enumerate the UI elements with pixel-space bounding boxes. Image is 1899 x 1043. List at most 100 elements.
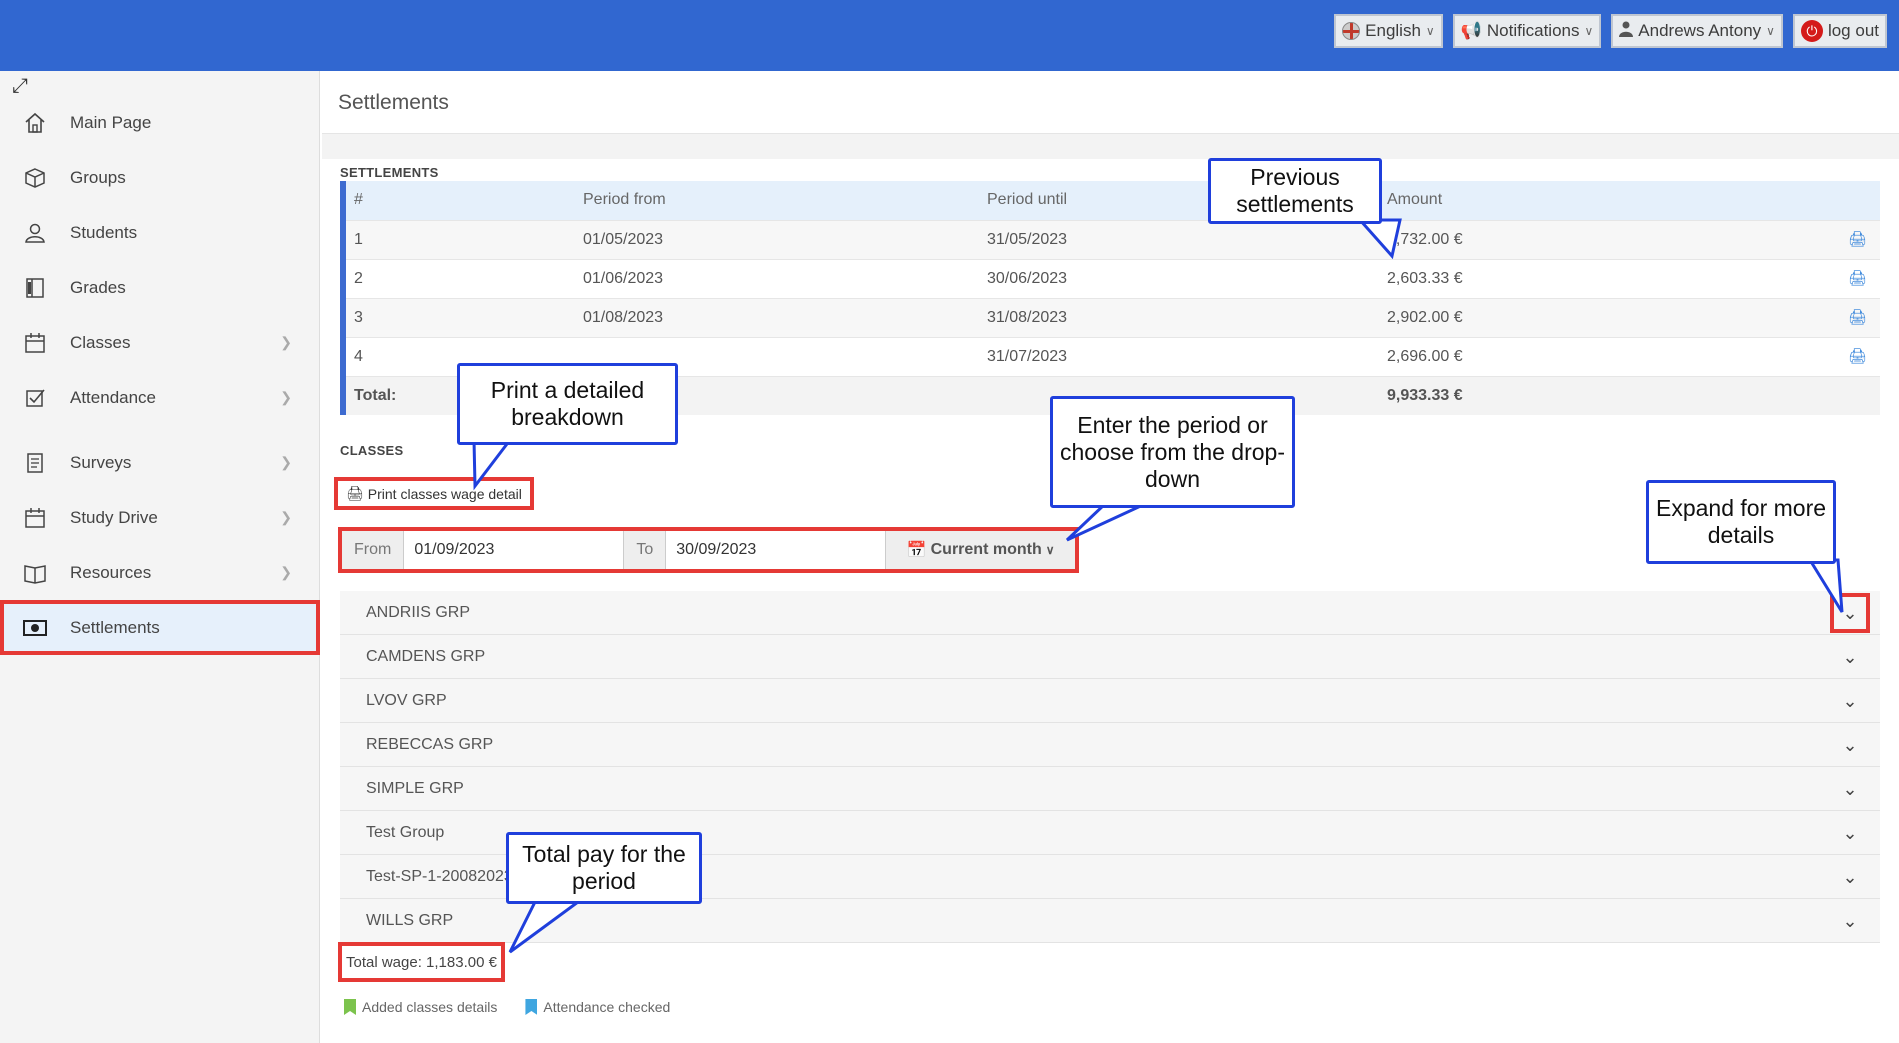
print-icon[interactable]: 🖨 xyxy=(1848,270,1867,287)
period-until: 31/07/2023 xyxy=(979,336,1379,376)
print-button-label: Print classes wage detail xyxy=(367,485,522,502)
callout-print-breakdown: Print a detailed breakdown xyxy=(457,363,678,445)
from-date-input[interactable]: 01/09/2023 xyxy=(404,531,625,569)
money-icon xyxy=(22,615,48,641)
amount: 2,902.00 € xyxy=(1379,297,1840,337)
chevron-down-icon[interactable]: ⌄ xyxy=(1830,593,1870,633)
page-title: Settlements xyxy=(338,91,449,114)
sidebar-item-grades[interactable]: Grades xyxy=(0,260,320,315)
chevron-down-icon: ∨ xyxy=(1045,543,1055,557)
uk-flag-icon xyxy=(1342,22,1361,40)
settlements-section-label: SETTLEMENTS xyxy=(340,165,439,180)
chevron-down-icon: ∨ xyxy=(1766,24,1775,38)
group-name: SIMPLE GRP xyxy=(366,779,464,797)
callout-total-pay: Total pay for the period xyxy=(506,832,702,904)
print-classes-wage-button[interactable]: 🖨 Print classes wage detail xyxy=(334,477,534,510)
home-icon xyxy=(22,110,48,136)
row-number: 2 xyxy=(343,258,575,298)
sidebar-menu: Main Page Groups Students Grades Classes… xyxy=(0,95,320,655)
chevron-right-icon: ❯ xyxy=(280,509,292,525)
chevron-down-icon[interactable]: ⌄ xyxy=(1838,865,1862,889)
table-header-row: # Period from Period until Amount xyxy=(343,181,1880,220)
row-number: 1 xyxy=(343,219,575,259)
period-until: 31/05/2023 xyxy=(979,219,1379,259)
chevron-down-icon[interactable]: ⌄ xyxy=(1838,645,1862,669)
calendar-icon: 📅 xyxy=(906,542,927,559)
sidebar-item-label: Surveys xyxy=(70,452,132,472)
chevron-down-icon[interactable]: ⌄ xyxy=(1838,689,1862,713)
sidebar-item-attendance[interactable]: Attendance ❯ xyxy=(0,370,320,425)
user-dropdown[interactable]: Andrews Antony ∨ xyxy=(1611,14,1783,48)
period-until: 31/08/2023 xyxy=(979,297,1379,337)
print-icon: 🖨 xyxy=(346,485,364,501)
chevron-down-icon: ∨ xyxy=(1425,24,1435,38)
amount: 2,603.33 € xyxy=(1379,258,1840,298)
table-row: 1 01/05/2023 31/05/2023 1,732.00 € 🖨 xyxy=(343,219,1880,259)
period-from: 01/08/2023 xyxy=(575,297,979,337)
column-header: Period from xyxy=(575,181,979,220)
print-icon[interactable]: 🖨 xyxy=(1848,348,1867,365)
chevron-down-icon[interactable]: ⌄ xyxy=(1838,777,1862,801)
group-row-simple[interactable]: SIMPLE GRP ⌄ xyxy=(340,767,1880,811)
top-bar-buttons: English ∨ 📢 Notifications ∨ Andrews Anto… xyxy=(1334,14,1887,48)
sidebar: ⤢ Main Page Groups Students Grades Class… xyxy=(0,71,320,1043)
sidebar-item-settlements[interactable]: Settlements xyxy=(0,600,320,655)
sidebar-item-label: Groups xyxy=(70,167,126,187)
group-name: Test-SP-1-20082023 xyxy=(366,867,513,885)
period-from: 01/06/2023 xyxy=(575,258,979,298)
sidebar-item-label: Main Page xyxy=(70,112,152,132)
group-row-camdens[interactable]: CAMDENS GRP ⌄ xyxy=(340,635,1880,679)
sidebar-item-label: Attendance xyxy=(70,387,157,407)
period-range-dropdown[interactable]: 📅 Current month ∨ xyxy=(886,531,1075,569)
sidebar-item-surveys[interactable]: Surveys ❯ xyxy=(0,435,320,490)
clipboard-icon xyxy=(22,450,48,476)
sidebar-item-label: Resources xyxy=(70,562,152,582)
language-dropdown[interactable]: English ∨ xyxy=(1334,14,1443,48)
sidebar-item-label: Study Drive xyxy=(70,507,158,527)
bookmark-icon xyxy=(525,999,538,1015)
group-name: Test Group xyxy=(366,823,445,841)
to-date-input[interactable]: 30/09/2023 xyxy=(666,531,887,569)
sidebar-item-label: Settlements xyxy=(70,617,160,637)
sidebar-item-study-drive[interactable]: Study Drive ❯ xyxy=(0,490,320,545)
period-until: 30/06/2023 xyxy=(979,258,1379,298)
sidebar-item-label: Students xyxy=(70,222,138,242)
book-icon xyxy=(22,560,48,586)
logout-button[interactable]: ⏻ log out xyxy=(1792,14,1887,48)
checkbox-icon xyxy=(22,385,48,411)
group-name: REBECCAS GRP xyxy=(366,735,494,753)
sidebar-item-resources[interactable]: Resources ❯ xyxy=(0,545,320,600)
user-icon xyxy=(1619,21,1634,42)
amount: 1,732.00 € xyxy=(1379,219,1840,259)
top-bar: English ∨ 📢 Notifications ∨ Andrews Anto… xyxy=(0,0,1899,71)
callout-enter-period: Enter the period or choose from the drop… xyxy=(1050,396,1295,508)
logout-label: log out xyxy=(1827,21,1879,40)
sidebar-item-groups[interactable]: Groups xyxy=(0,150,320,205)
classes-section-label: CLASSES xyxy=(340,443,404,458)
chevron-down-icon[interactable]: ⌄ xyxy=(1838,909,1862,933)
chevron-right-icon: ❯ xyxy=(280,564,292,580)
print-icon[interactable]: 🖨 xyxy=(1848,309,1867,326)
group-row-wills[interactable]: WILLS GRP ⌄ xyxy=(340,899,1880,943)
group-name: LVOV GRP xyxy=(366,691,447,709)
period-selector: From 01/09/2023 To 30/09/2023 📅 Current … xyxy=(338,527,1079,573)
range-button-label: Current month xyxy=(930,541,1042,558)
sidebar-item-students[interactable]: Students xyxy=(0,205,320,260)
sidebar-item-classes[interactable]: Classes ❯ xyxy=(0,315,320,370)
megaphone-icon: 📢 xyxy=(1460,21,1482,40)
row-number: 3 xyxy=(343,297,575,337)
legend-item-attendance-checked: Attendance checked xyxy=(525,999,670,1015)
group-row-rebeccas[interactable]: REBECCAS GRP ⌄ xyxy=(340,723,1880,767)
sidebar-item-main-page[interactable]: Main Page xyxy=(0,95,320,150)
legend-item-classes-details: Added classes details xyxy=(344,999,497,1015)
callout-previous-settlements: Previous settlements xyxy=(1208,158,1382,224)
group-name: WILLS GRP xyxy=(366,911,454,929)
group-row-lvov[interactable]: LVOV GRP ⌄ xyxy=(340,679,1880,723)
print-icon[interactable]: 🖨 xyxy=(1848,231,1867,248)
sidebar-item-label: Classes xyxy=(70,332,131,352)
group-row-andriis[interactable]: ANDRIIS GRP ⌄ xyxy=(340,591,1880,635)
chevron-down-icon[interactable]: ⌄ xyxy=(1838,821,1862,845)
notifications-dropdown[interactable]: 📢 Notifications ∨ xyxy=(1452,14,1602,48)
column-header: Amount xyxy=(1379,181,1840,220)
chevron-down-icon[interactable]: ⌄ xyxy=(1838,733,1862,757)
